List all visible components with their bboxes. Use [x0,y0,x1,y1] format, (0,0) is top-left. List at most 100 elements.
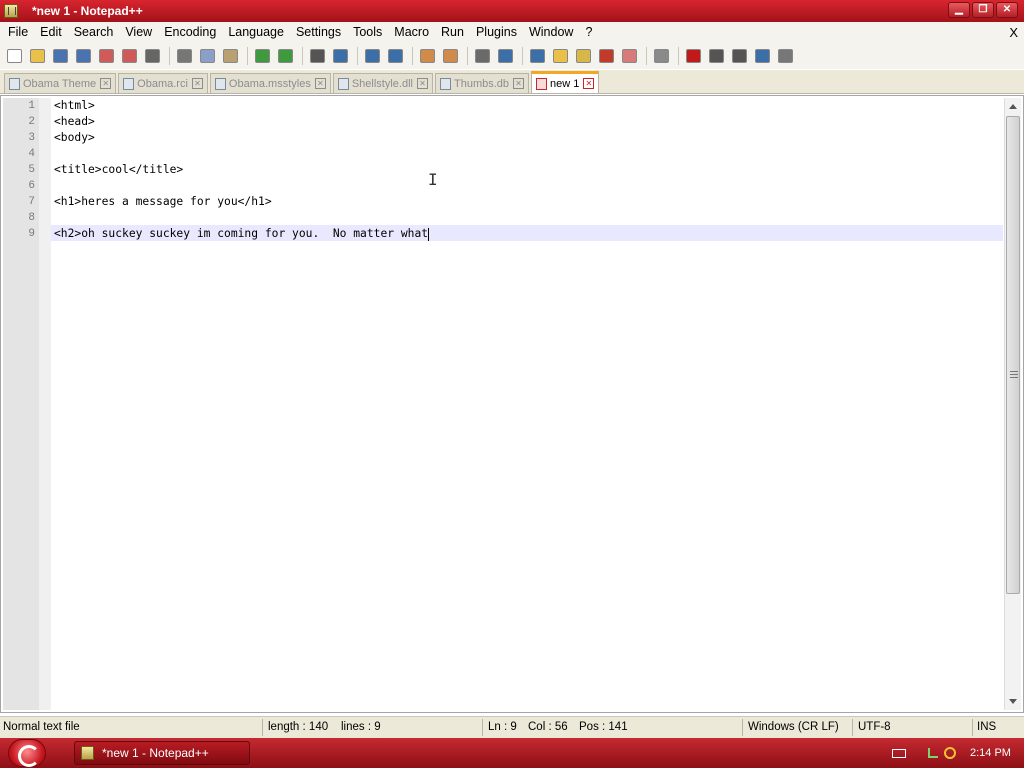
undo-button[interactable] [252,46,272,66]
code-line[interactable]: <h1>heres a message for you</h1> [54,194,272,210]
line-number: 1 [28,100,35,112]
tab-thumbs-db[interactable]: Thumbs.db ✕ [434,73,530,93]
taskbar: *new 1 - Notepad++ 2:14 PM [0,738,1024,768]
notepad-icon[interactable] [4,4,18,18]
close-button[interactable]: ✕ [996,2,1018,18]
save-macro-icon [777,49,793,63]
menu-edit[interactable]: Edit [34,22,68,43]
tab-close-icon[interactable]: ✕ [513,78,525,89]
menu-language[interactable]: Language [222,22,290,43]
tab-obama-rci[interactable]: Obama.rci ✕ [118,73,208,93]
tab-new-1[interactable]: new 1 ✕ [531,71,600,93]
record-macro-button[interactable] [683,46,703,66]
line-number: 7 [28,196,35,208]
zoom-out-button[interactable] [385,46,405,66]
close-all-button[interactable] [119,46,139,66]
new-file-button[interactable] [4,46,24,66]
menu-run[interactable]: Run [435,22,470,43]
print-button[interactable] [142,46,162,66]
tab-close-icon[interactable]: ✕ [416,78,428,89]
menu-window[interactable]: Window [523,22,579,43]
save-macro-button[interactable] [775,46,795,66]
close-document-button[interactable]: X [1009,22,1018,43]
menu-plugins[interactable]: Plugins [470,22,523,43]
menu-macro[interactable]: Macro [388,22,435,43]
tab-obama-theme[interactable]: Obama Theme ✕ [4,73,117,93]
tab-label: Obama.msstyles [228,77,311,90]
tab-close-icon[interactable]: ✕ [191,78,203,89]
scrollbar-thumb[interactable] [1006,116,1020,594]
menu-search[interactable]: Search [68,22,120,43]
playback-button[interactable] [729,46,749,66]
taskbar-button-label: *new 1 - Notepad++ [102,746,209,760]
zoom-in-button[interactable] [362,46,382,66]
menu-encoding[interactable]: Encoding [158,22,222,43]
close-button[interactable] [96,46,116,66]
run-multiple-button[interactable] [752,46,772,66]
menu-view[interactable]: View [119,22,158,43]
tab-shellstyle-dll[interactable]: Shellstyle.dll ✕ [332,73,433,93]
stop-record-button[interactable] [706,46,726,66]
tab-close-icon[interactable]: ✕ [583,78,595,89]
keyboard-icon[interactable] [892,748,906,758]
ln-status: Ln : 9 [488,721,517,733]
replace-button[interactable] [330,46,350,66]
menu-settings[interactable]: Settings [290,22,347,43]
copy-button[interactable] [197,46,217,66]
code-line[interactable]: <h2>oh suckey suckey im coming for you. … [54,226,428,242]
code-line[interactable]: <title>cool</title> [54,162,183,178]
open-file-button[interactable] [27,46,47,66]
ibeam-cursor-icon: I [428,170,438,189]
editor-area[interactable]: 1 2 3 4 5 6 7 8 9 <html> <head> <body> <… [0,95,1024,713]
toolbar-separator [302,47,303,65]
folder-workspace-button[interactable] [619,46,639,66]
minimize-button[interactable]: ▁ [948,2,970,18]
code-line[interactable]: <body> [54,130,95,146]
save-button[interactable] [50,46,70,66]
clock[interactable]: 2:14 PM [970,747,1011,759]
network-icon[interactable] [928,748,938,758]
function-list-button[interactable] [596,46,616,66]
redo-button[interactable] [275,46,295,66]
save-all-icon [75,49,91,63]
vertical-scrollbar[interactable] [1004,98,1021,710]
indent-guide-button[interactable] [527,46,547,66]
menu-file[interactable]: File [2,22,34,43]
scroll-up-icon[interactable] [1009,104,1017,109]
save-all-button[interactable] [73,46,93,66]
start-button[interactable] [8,739,46,767]
code-line[interactable]: <head> [54,114,95,130]
show-all-chars-icon [497,49,513,63]
tab-close-icon[interactable]: ✕ [314,78,326,89]
close-all-icon [121,49,137,63]
function-list-icon [598,49,614,63]
paste-button[interactable] [220,46,240,66]
close-icon [98,49,114,63]
sync-vertical-button[interactable] [417,46,437,66]
fold-margin[interactable] [39,98,51,710]
user-lang-button[interactable] [550,46,570,66]
status-divider [972,719,973,736]
taskbar-notepad-button[interactable]: *new 1 - Notepad++ [74,741,250,765]
monitoring-button[interactable] [651,46,671,66]
replace-icon [332,49,348,63]
eol-status: Windows (CR LF) [748,721,839,733]
word-wrap-button[interactable] [472,46,492,66]
menu-tools[interactable]: Tools [347,22,388,43]
lines-status: lines : 9 [341,721,381,733]
show-all-chars-button[interactable] [495,46,515,66]
cut-button[interactable] [174,46,194,66]
security-icon[interactable] [944,747,956,759]
tab-close-icon[interactable]: ✕ [100,78,112,89]
zoom-in-icon [364,49,380,63]
find-button[interactable] [307,46,327,66]
sync-horizontal-button[interactable] [440,46,460,66]
code-line[interactable]: <html> [54,98,95,114]
text-caret [428,228,429,241]
tab-obama-msstyles[interactable]: Obama.msstyles ✕ [209,73,331,93]
doc-map-button[interactable] [573,46,593,66]
restore-button[interactable]: ❐ [972,2,994,18]
menu-help[interactable]: ? [579,22,598,43]
scroll-down-icon[interactable] [1009,699,1017,704]
insert-mode-status: INS [977,721,997,733]
